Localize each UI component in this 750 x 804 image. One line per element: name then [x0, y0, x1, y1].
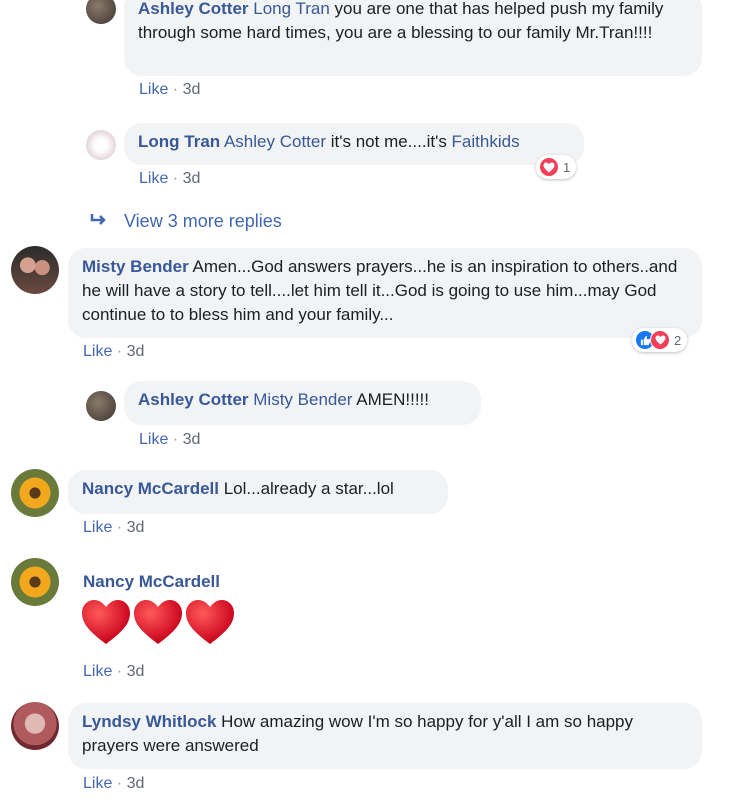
- like-button[interactable]: Like: [83, 343, 112, 360]
- like-button[interactable]: Like: [139, 431, 168, 448]
- avatar[interactable]: [86, 391, 116, 421]
- comment-meta: Like · 3d: [139, 81, 201, 98]
- like-button[interactable]: Like: [83, 775, 112, 792]
- comment-author[interactable]: Long Tran: [138, 132, 220, 151]
- like-button[interactable]: Like: [83, 519, 112, 536]
- comment-bubble: Long Tran Ashley Cotter it's not me....i…: [124, 123, 584, 165]
- reaction-summary[interactable]: 1: [536, 155, 577, 179]
- comment-time[interactable]: 3d: [183, 81, 201, 98]
- comment-author[interactable]: Nancy McCardell: [82, 479, 219, 498]
- comment-author[interactable]: Ashley Cotter: [138, 0, 249, 18]
- comment-text: Lol...already a star...lol: [219, 479, 394, 498]
- comment-link[interactable]: Faithkids: [452, 132, 520, 151]
- comment-author[interactable]: Misty Bender: [82, 257, 189, 276]
- reaction-count: 2: [674, 332, 682, 348]
- comment-mention[interactable]: Misty Bender: [253, 390, 352, 409]
- view-more-label: View 3 more replies: [124, 211, 282, 231]
- like-button[interactable]: Like: [83, 663, 112, 680]
- comment-meta: Like · 3d: [83, 663, 145, 680]
- reply-arrow-icon: [90, 211, 112, 232]
- comment-time[interactable]: 3d: [127, 663, 145, 680]
- avatar[interactable]: [86, 0, 116, 24]
- avatar[interactable]: [86, 130, 116, 160]
- like-button[interactable]: Like: [139, 81, 168, 98]
- comment-author[interactable]: Nancy McCardell: [83, 572, 220, 592]
- comment-time[interactable]: 3d: [183, 170, 201, 187]
- avatar[interactable]: [11, 558, 59, 606]
- comment-bubble: Nancy McCardell Lol...already a star...l…: [68, 470, 448, 514]
- avatar[interactable]: [11, 702, 59, 750]
- avatar[interactable]: [11, 246, 59, 294]
- comment-mention[interactable]: Long Tran: [253, 0, 330, 18]
- comment-author[interactable]: Lyndsy Whitlock: [82, 712, 216, 731]
- comment-meta: Like · 3d: [83, 775, 145, 792]
- love-reaction-icon: [650, 330, 670, 350]
- comment-meta: Like · 3d: [139, 431, 201, 448]
- heart-icon: [82, 600, 234, 644]
- comment-time[interactable]: 3d: [183, 431, 201, 448]
- comment-time[interactable]: 3d: [127, 343, 145, 360]
- love-reaction-icon: [539, 157, 559, 177]
- reaction-summary[interactable]: 2: [632, 328, 688, 352]
- comment-time[interactable]: 3d: [127, 519, 145, 536]
- comment-bubble: Misty Bender Amen...God answers prayers.…: [68, 248, 702, 338]
- view-more-replies[interactable]: View 3 more replies: [90, 211, 282, 232]
- comment-author[interactable]: Ashley Cotter: [138, 390, 249, 409]
- comment-meta: Like · 3d: [83, 343, 145, 360]
- comment-bubble: Ashley Cotter Long Tran you are one that…: [124, 0, 702, 76]
- comment-bubble: Lyndsy Whitlock How amazing wow I'm so h…: [68, 703, 702, 769]
- comment-meta: Like · 3d: [139, 170, 201, 187]
- avatar[interactable]: [11, 469, 59, 517]
- comment-time[interactable]: 3d: [127, 775, 145, 792]
- comment-text: it's not me....it's: [326, 132, 452, 151]
- comment-meta: Like · 3d: [83, 519, 145, 536]
- like-button[interactable]: Like: [139, 170, 168, 187]
- comment-bubble: Ashley Cotter Misty Bender AMEN!!!!!: [124, 381, 481, 425]
- heart-emoji-row: [80, 598, 236, 653]
- reaction-count: 1: [563, 159, 571, 175]
- comment-text: AMEN!!!!!: [352, 390, 429, 409]
- comment-mention[interactable]: Ashley Cotter: [224, 132, 326, 151]
